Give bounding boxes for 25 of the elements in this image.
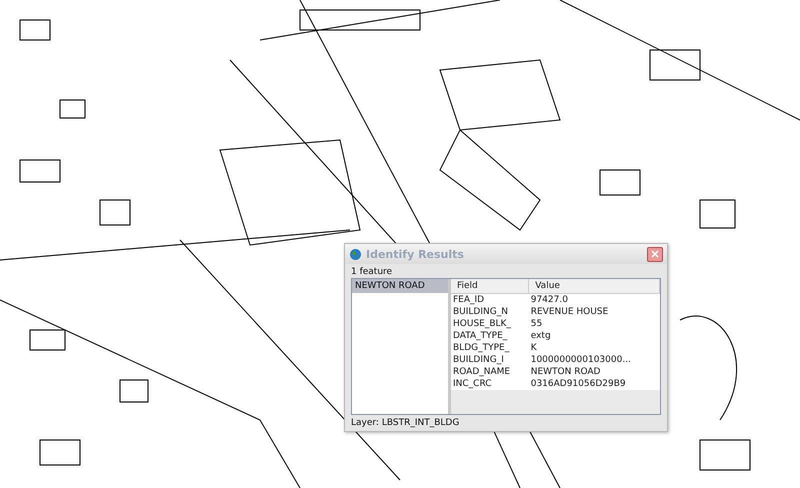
- globe-icon: [349, 248, 362, 260]
- value-cell: 97427.0: [528, 294, 660, 306]
- dialog-title: Identify Results: [366, 248, 465, 260]
- field-cell: BLDG_TYPE_: [451, 342, 529, 354]
- close-icon: [651, 250, 659, 258]
- field-cell: INC_CRC: [451, 378, 529, 390]
- field-cell: DATA_TYPE_: [451, 330, 529, 342]
- column-header[interactable]: Field: [451, 279, 529, 294]
- value-cell: 1000000000103000...: [528, 354, 660, 366]
- field-cell: ROAD_NAME: [451, 366, 529, 378]
- feature-count: 1 feature: [350, 266, 394, 278]
- value-cell: NEWTON ROAD: [528, 366, 660, 378]
- value-cell: REVENUE HOUSE: [528, 306, 660, 318]
- feature-item[interactable]: NEWTON ROAD: [352, 279, 448, 293]
- field-cell: FEA_ID: [451, 294, 529, 306]
- value-cell: extg: [528, 330, 660, 342]
- layer-label: Layer: LBSTR_INT_BLDG: [350, 417, 460, 430]
- value-cell: K: [528, 342, 660, 354]
- field-cell: BUILDING_I: [451, 354, 529, 366]
- close-button[interactable]: [647, 246, 663, 262]
- value-cell: 55: [528, 318, 660, 330]
- column-header[interactable]: Value: [528, 279, 660, 294]
- value-cell: 0316AD91056D29B9: [528, 378, 660, 390]
- field-cell: HOUSE_BLK_: [451, 318, 529, 330]
- field-cell: BUILDING_N: [451, 306, 529, 318]
